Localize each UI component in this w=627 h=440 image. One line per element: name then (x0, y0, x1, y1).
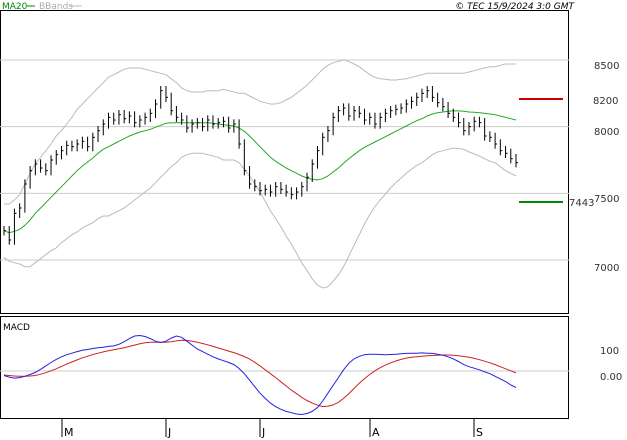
macd-tick-100: 100 (600, 346, 619, 357)
support-label: 7443 (569, 198, 594, 209)
x-tick-label-3: A (372, 426, 380, 439)
resistance-label: 8200 (593, 96, 618, 107)
legend-ma20: MA20 (2, 2, 28, 12)
x-tick-label-4: S (476, 426, 483, 439)
x-tick-label-2: J (261, 426, 265, 439)
x-tick-label-1: J (167, 426, 171, 439)
macd-panel-frame (0, 316, 569, 419)
y-tick-8500: 8500 (594, 61, 619, 72)
stock-chart: M J J A S MA20 BBands © TEC 15/9/2024 3:0 GM… (0, 2, 622, 439)
legend-bbands: BBands (39, 2, 73, 12)
y-tick-7500: 7500 (594, 194, 619, 205)
macd-tick-0: 0.00 (600, 372, 622, 383)
macd-title: MACD (3, 323, 30, 333)
price-panel-frame (0, 10, 569, 314)
y-tick-8000: 8000 (594, 127, 619, 138)
copyright-text: © TEC 15/9/2024 3:0 GMT (455, 2, 575, 12)
y-tick-7000: 7000 (594, 263, 619, 274)
x-axis-ticks: MJJAS (61, 418, 483, 439)
x-tick-label-0: M (64, 426, 74, 439)
